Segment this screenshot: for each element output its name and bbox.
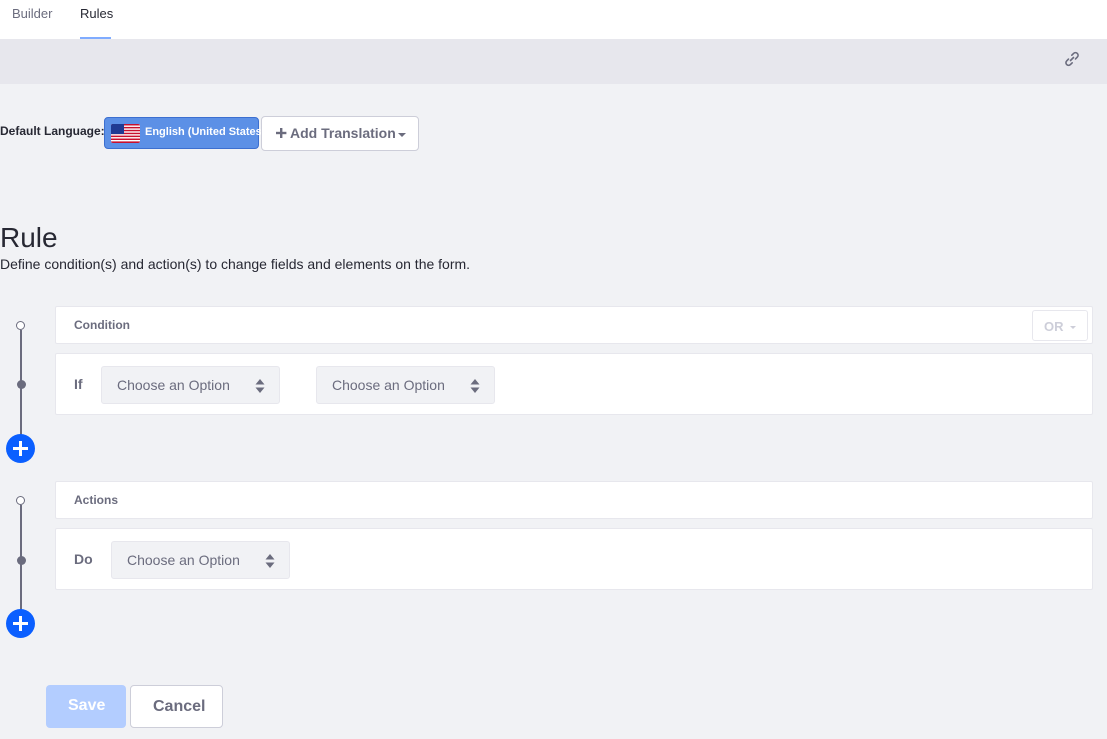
rule-description: Define condition(s) and action(s) to cha… [0, 256, 471, 272]
tab-rules[interactable]: Rules [80, 0, 113, 40]
select-value: Choose an Option [127, 552, 240, 568]
default-language-label: Default Language: [0, 124, 105, 138]
add-translation-button[interactable]: Add Translation [261, 116, 419, 151]
page-title: Rule [0, 222, 58, 253]
do-label: Do [74, 551, 93, 567]
sort-arrows-icon [265, 554, 275, 568]
if-label: If [74, 376, 83, 392]
save-button[interactable]: Save [46, 685, 126, 728]
toolbar [0, 40, 1107, 84]
language-button[interactable]: English (United States) [104, 117, 265, 149]
condition-second-select[interactable]: Choose an Option [316, 366, 495, 404]
select-value: Choose an Option [332, 377, 445, 393]
add-action-button[interactable] [6, 609, 35, 638]
link-icon[interactable] [1063, 50, 1081, 68]
timeline-dot-icon [17, 556, 26, 565]
add-condition-button[interactable] [6, 434, 35, 463]
timeline-dot-icon [17, 380, 26, 389]
cancel-button-label: Cancel [153, 698, 206, 715]
condition-title: Condition [74, 318, 130, 332]
cancel-button[interactable]: Cancel [130, 685, 223, 728]
tab-builder[interactable]: Builder [12, 0, 52, 40]
sort-arrows-icon [255, 379, 265, 393]
plus-icon [276, 128, 287, 138]
caret-down-icon [1070, 326, 1076, 329]
condition-first-select[interactable]: Choose an Option [101, 366, 280, 404]
us-flag-icon [111, 124, 140, 143]
or-operator-label: OR [1044, 319, 1064, 334]
or-operator-dropdown[interactable]: OR [1032, 310, 1088, 341]
action-row: Do Choose an Option [55, 528, 1093, 590]
add-translation-label: Add Translation [290, 125, 396, 141]
action-select[interactable]: Choose an Option [111, 541, 290, 579]
top-navigation: Builder Rules [0, 0, 1107, 40]
language-button-label: English (United States) [145, 126, 266, 138]
caret-down-icon [398, 133, 406, 137]
sort-arrows-icon [470, 379, 480, 393]
condition-timeline-line [20, 330, 22, 450]
select-value: Choose an Option [117, 377, 230, 393]
save-button-label: Save [68, 697, 106, 714]
timeline-start-circle-icon [16, 321, 25, 330]
actions-header: Actions [55, 481, 1093, 519]
condition-header: Condition OR [55, 306, 1093, 344]
actions-title: Actions [74, 493, 119, 507]
actions-timeline-line [20, 505, 22, 625]
timeline-start-circle-icon [16, 496, 25, 505]
condition-row: If Choose an Option Choose an Option [55, 353, 1093, 415]
